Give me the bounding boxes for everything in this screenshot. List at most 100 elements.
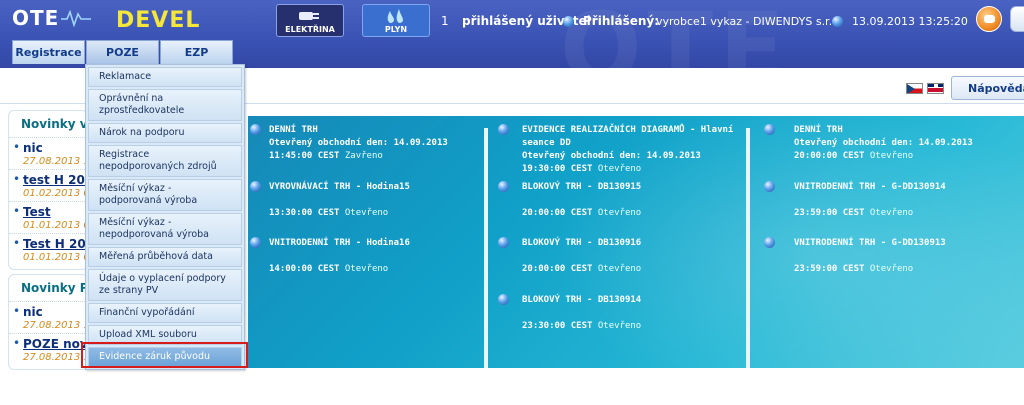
market-trading-day: Otevřený obchodní den: 14.09.2013 bbox=[522, 151, 701, 161]
news-item[interactable]: Test 01.01.2013 00 bbox=[9, 201, 87, 233]
market-trading-day bbox=[522, 250, 742, 263]
market-trading-day: Otevřený obchodní den: 14.09.2013 bbox=[794, 138, 973, 148]
market-time: 13:30:00 CEST bbox=[269, 208, 340, 218]
news-section-label: Novinky výr bbox=[21, 117, 87, 131]
elektrina-system-button[interactable]: ELEKTŘINA bbox=[276, 4, 344, 37]
market-time: 23:59:00 CEST bbox=[794, 264, 865, 274]
market-state: Otevřeno bbox=[869, 151, 914, 161]
tab-poze[interactable]: POZE bbox=[86, 40, 159, 64]
bullet-icon bbox=[832, 16, 843, 27]
help-label: Nápověda bbox=[968, 81, 1024, 95]
market-time: 23:59:00 CEST bbox=[794, 208, 865, 218]
market-trading-day bbox=[794, 194, 1014, 207]
news-section-title: Novinky PO bbox=[9, 275, 87, 301]
news-item[interactable]: nic 27.08.2013 12 bbox=[9, 301, 87, 333]
market-time: 20:00:00 CEST bbox=[522, 208, 593, 218]
market-column: EVIDENCE REALIZAČNÍCH DIAGRAMŮ - Hlavní … bbox=[488, 116, 750, 368]
news-title: Test bbox=[23, 205, 51, 219]
market-state: Otevřeno bbox=[597, 208, 642, 218]
bullet-icon bbox=[764, 181, 775, 192]
market-title: BLOKOVÝ TRH - DB130914 bbox=[522, 295, 642, 305]
bullet-icon bbox=[498, 294, 509, 305]
plyn-system-button[interactable]: PLYN bbox=[362, 4, 430, 37]
news-item[interactable]: Test H 2013 01.01.2013 00 bbox=[9, 233, 87, 265]
market-time: 11:45:00 CEST bbox=[269, 151, 340, 161]
logged-user-value: vyrobce1 vykaz - DIWENDYS s.r.o. bbox=[656, 15, 843, 28]
news-section: Novinky výr nic 27.08.2013 12 test H 201… bbox=[8, 110, 88, 270]
market-status-panel: DENNÍ TRH Otevřený obchodní den: 14.09.2… bbox=[248, 116, 1024, 368]
header-watermark: OTE bbox=[560, 0, 791, 68]
bullet-icon bbox=[250, 237, 261, 248]
market-title: VNITRODENNÍ TRH - G-DD130913 bbox=[794, 238, 946, 248]
news-title: test H 2013 bbox=[23, 173, 87, 187]
news-item[interactable]: POZE nová 27.08.2013 12 bbox=[9, 333, 87, 365]
menu-item-narok[interactable]: Nárok na podporu bbox=[88, 123, 242, 143]
market-trading-day bbox=[522, 194, 742, 207]
bullet-icon bbox=[764, 124, 775, 135]
market-time: 23:30:00 CEST bbox=[522, 321, 593, 331]
news-section-label: Novinky PO bbox=[21, 281, 87, 295]
current-datetime: 13.09.2013 13:25:20 bbox=[852, 15, 968, 28]
news-title: nic bbox=[23, 305, 43, 319]
market-trading-day bbox=[269, 250, 489, 263]
market-state: Otevřeno bbox=[597, 321, 642, 331]
menu-item-reklamace[interactable]: Reklamace bbox=[88, 67, 242, 87]
menu-item-evidence-zaruk[interactable]: Evidence záruk původu bbox=[88, 347, 242, 367]
bullet-icon bbox=[764, 237, 775, 248]
tab-registrace[interactable]: Registrace bbox=[12, 40, 85, 64]
market-title: DENNÍ TRH bbox=[794, 125, 843, 135]
help-button[interactable]: Nápověda bbox=[951, 76, 1024, 100]
market-state: Zavřeno bbox=[344, 151, 383, 161]
news-section-title: Novinky výr bbox=[9, 111, 87, 137]
czech-flag-icon[interactable] bbox=[906, 83, 923, 94]
english-flag-icon[interactable] bbox=[927, 83, 944, 94]
menu-item-upload-xml[interactable]: Upload XML souboru bbox=[88, 325, 242, 345]
news-date: 01.01.2013 00 bbox=[23, 252, 87, 263]
market-time: 20:00:00 CEST bbox=[522, 264, 593, 274]
logged-user-label: Přihlášený: bbox=[583, 14, 660, 28]
app-header: OTE OTE DEVEL ELEKTŘINA PLYN 1 přihlášen… bbox=[0, 0, 1024, 68]
side-panel-button[interactable] bbox=[1010, 6, 1024, 32]
market-column: DENNÍ TRH Otevřený obchodní den: 14.09.2… bbox=[750, 116, 1024, 368]
menu-item-merena-data[interactable]: Měřená průběhová data bbox=[88, 247, 242, 267]
market-title: VNITRODENNÍ TRH - Hodina16 bbox=[269, 238, 410, 248]
tab-ezp[interactable]: EZP bbox=[160, 40, 233, 64]
market-title: VYROVNÁVACÍ TRH - Hodina15 bbox=[269, 182, 410, 192]
news-title: nic bbox=[23, 141, 43, 155]
chat-icon[interactable] bbox=[976, 6, 1002, 32]
menu-item-udaje-vyplaceni[interactable]: Údaje o vyplacení podpory ze strany PV bbox=[88, 269, 242, 301]
wave-icon bbox=[61, 9, 92, 27]
news-item[interactable]: nic 27.08.2013 12 bbox=[9, 137, 87, 169]
market-title: DENNÍ TRH bbox=[269, 125, 318, 135]
bullet-icon bbox=[498, 237, 509, 248]
news-item[interactable]: test H 2013 01.02.2013 00 bbox=[9, 169, 87, 201]
market-title: BLOKOVÝ TRH - DB130916 bbox=[522, 238, 642, 248]
flame-icon bbox=[387, 9, 403, 23]
market-trading-day bbox=[522, 307, 742, 320]
menu-item-vykaz-nepodporovana[interactable]: Měsíční výkaz - nepodporovaná výroba bbox=[88, 213, 242, 245]
market-title: BLOKOVÝ TRH - DB130915 bbox=[522, 182, 642, 192]
menu-item-financni-vyporadani[interactable]: Finanční vypořádání bbox=[88, 303, 242, 323]
poze-dropdown-menu: Reklamace Oprávnění na zprostředkovatele… bbox=[85, 64, 245, 370]
news-title: POZE nová bbox=[23, 337, 87, 351]
environment-label: DEVEL bbox=[116, 8, 201, 33]
bullet-icon bbox=[563, 16, 574, 27]
bullet-icon bbox=[250, 181, 261, 192]
news-date: 01.01.2013 00 bbox=[23, 220, 87, 231]
market-state: Otevřeno bbox=[869, 208, 914, 218]
market-state: Otevřeno bbox=[869, 264, 914, 274]
main-nav: Registrace POZE EZP bbox=[12, 40, 234, 64]
market-trading-day bbox=[269, 194, 489, 207]
ote-logo[interactable]: OTE bbox=[12, 6, 92, 30]
market-time: 19:30:00 CEST bbox=[522, 164, 593, 174]
news-title: Test H 2013 bbox=[23, 237, 87, 251]
market-state: Otevřeno bbox=[597, 164, 642, 174]
market-column: DENNÍ TRH Otevřený obchodní den: 14.09.2… bbox=[248, 116, 488, 368]
users-count: 1 bbox=[441, 14, 449, 28]
menu-item-vykaz-podporovana[interactable]: Měsíční výkaz - podporovaná výroba bbox=[88, 179, 242, 211]
menu-item-opravneni[interactable]: Oprávnění na zprostředkovatele bbox=[88, 89, 242, 121]
elektrina-label: ELEKTŘINA bbox=[285, 25, 335, 34]
news-date: 27.08.2013 12 bbox=[23, 320, 87, 331]
market-time: 20:00:00 CEST bbox=[794, 151, 865, 161]
menu-item-registrace-zdroju[interactable]: Registrace nepodporovaných zdrojů bbox=[88, 145, 242, 177]
